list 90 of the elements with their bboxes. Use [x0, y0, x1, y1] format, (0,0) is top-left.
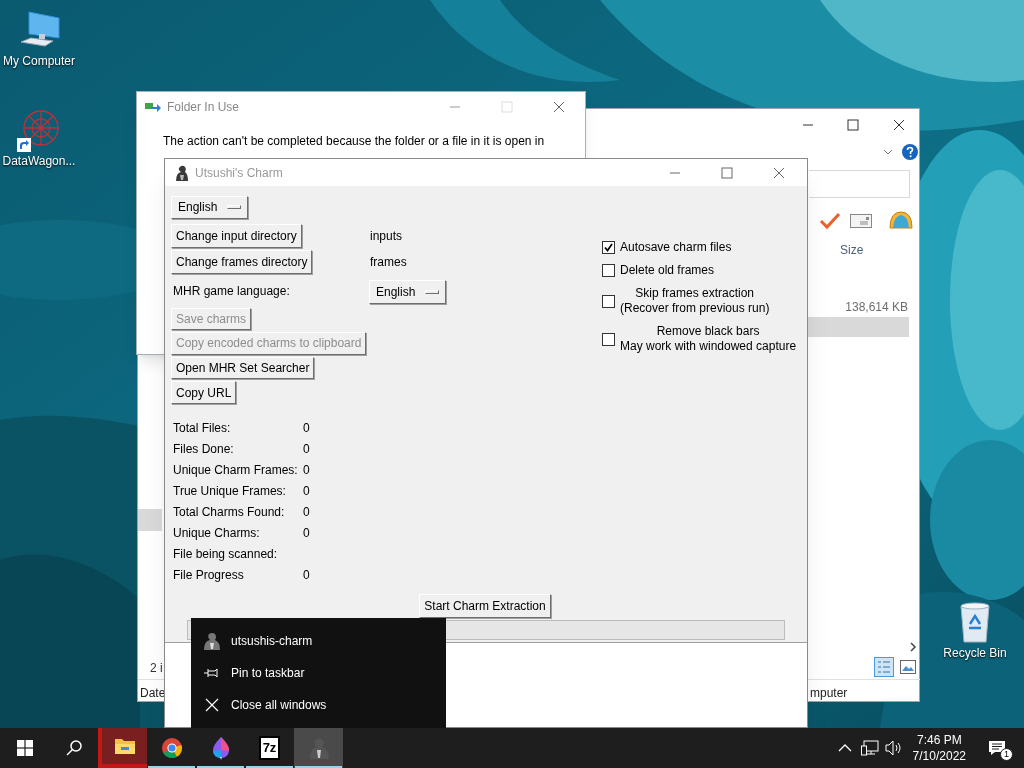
- clock[interactable]: 7:46 PM 7/10/2022: [912, 732, 966, 764]
- avatar-icon: [307, 737, 330, 759]
- desktop-icon-label[interactable]: My Computer: [3, 54, 75, 69]
- checkbox-label: Remove black bars: [656, 324, 760, 339]
- stat-value: 0: [303, 419, 310, 437]
- action-button[interactable]: Open MHR Set Searcher: [171, 356, 315, 380]
- item-count: 2 i: [150, 660, 163, 677]
- file-size: 138,614 KB: [844, 299, 908, 316]
- stat-value: 0: [303, 440, 310, 458]
- stat-value: 0: [303, 482, 310, 500]
- stat-label: File being scanned:: [173, 545, 279, 563]
- checkbox-label: Skip frames extraction: [635, 286, 755, 301]
- stat-label: File Progress: [173, 566, 245, 584]
- maximize-icon: [847, 119, 859, 131]
- maximize-icon: [501, 101, 513, 113]
- shortcut-arrow-icon: [17, 138, 31, 152]
- checkbox[interactable]: [602, 332, 615, 346]
- taskbar-app[interactable]: [98, 728, 147, 768]
- chevron-down-icon: [883, 148, 893, 156]
- directory-value: frames: [369, 253, 408, 271]
- stat-label: Unique Charms:: [173, 524, 261, 542]
- jump-list-item[interactable]: utsushis-charm: [191, 625, 446, 657]
- stat-label: Files Done:: [173, 440, 235, 458]
- thumbnail-view-icon: [900, 660, 916, 674]
- checkbox[interactable]: [602, 241, 615, 254]
- jump-list-item[interactable]: Pin to taskbar: [191, 657, 446, 689]
- checkbox-label: Autosave charm files: [620, 240, 732, 255]
- game-language-dropdown[interactable]: English: [369, 279, 447, 304]
- maximize-icon: [721, 166, 733, 179]
- scroll-right-icon: [909, 642, 917, 652]
- action-button: Copy encoded charms to clipboard: [171, 332, 367, 355]
- taskbar-app[interactable]: [294, 728, 343, 768]
- stat-label: Unique Charm Frames:: [173, 461, 299, 479]
- archive-label: 7z: [258, 736, 281, 760]
- message-icon: [988, 740, 1006, 756]
- stat-label: Total Charms Found:: [173, 503, 286, 521]
- avatar-icon: [203, 632, 221, 650]
- clock-time: 7:46 PM: [916, 732, 962, 748]
- search-field[interactable]: [809, 170, 910, 198]
- close-icon: [893, 119, 905, 131]
- avatar-icon: [175, 164, 189, 181]
- paint-drop-icon: [210, 736, 231, 760]
- desktop-icon-label[interactable]: DataWagon...: [2, 154, 76, 169]
- close-icon: [553, 101, 565, 113]
- stat-value: 0: [303, 503, 310, 521]
- folder-icon: [113, 737, 136, 755]
- checkmark-icon: [819, 212, 841, 230]
- chrome-icon: [160, 737, 183, 759]
- taskbar-app[interactable]: 7z: [245, 728, 294, 768]
- details-text: mputer: [810, 685, 848, 702]
- close-icon: [773, 166, 785, 179]
- action-button: Save charms: [171, 307, 252, 331]
- action-button[interactable]: Copy URL: [171, 381, 237, 404]
- language-dropdown[interactable]: English: [171, 196, 249, 219]
- notification-button[interactable]: 1: [984, 735, 1010, 761]
- column-header[interactable]: Size: [840, 241, 864, 259]
- close-icon: [203, 696, 221, 714]
- directory-button[interactable]: Change frames directory: [171, 249, 313, 274]
- field-label: MHR game language:: [172, 282, 291, 300]
- checkbox-label: Delete old frames: [620, 263, 715, 278]
- checkbox-label: May work with windowed capture: [620, 339, 797, 354]
- checkbox[interactable]: [602, 264, 615, 277]
- stat-label: Total Files:: [173, 419, 232, 437]
- checkbox[interactable]: [602, 294, 615, 308]
- details-view-icon: [874, 657, 894, 677]
- envelope-icon: [850, 214, 872, 228]
- window-title: Utsushi's Charm: [195, 164, 284, 182]
- check-icon: [604, 243, 613, 252]
- start-button[interactable]: Start Charm Extraction: [419, 594, 551, 618]
- search-icon: [65, 740, 82, 756]
- directory-value: inputs: [369, 227, 404, 245]
- message-text: The action can't be completed because the folder or a file in it is open in: [163, 134, 546, 149]
- network-icon[interactable]: [860, 740, 879, 756]
- shell-icon: [888, 210, 914, 232]
- clock-date: 7/10/2022: [912, 748, 966, 764]
- stat-label: True Unique Frames:: [173, 482, 287, 500]
- window-title: Folder In Use: [167, 99, 241, 116]
- windows-icon: [16, 740, 33, 756]
- directory-button[interactable]: Change input directory: [171, 223, 302, 248]
- folder-move-icon: [145, 101, 161, 113]
- desktop-icon-label[interactable]: Recycle Bin: [943, 646, 1007, 661]
- chevron-up-icon[interactable]: [837, 743, 852, 753]
- column-header[interactable]: Date: [140, 684, 166, 702]
- jump-list-item[interactable]: Close all windows: [191, 689, 446, 721]
- checkbox-label: (Recover from previous run): [620, 301, 770, 316]
- stat-value: 0: [303, 524, 310, 542]
- notification-badge: 1: [1000, 748, 1013, 761]
- stat-value: 0: [303, 566, 310, 584]
- volume-icon[interactable]: [884, 740, 903, 756]
- stat-value: 0: [303, 461, 310, 479]
